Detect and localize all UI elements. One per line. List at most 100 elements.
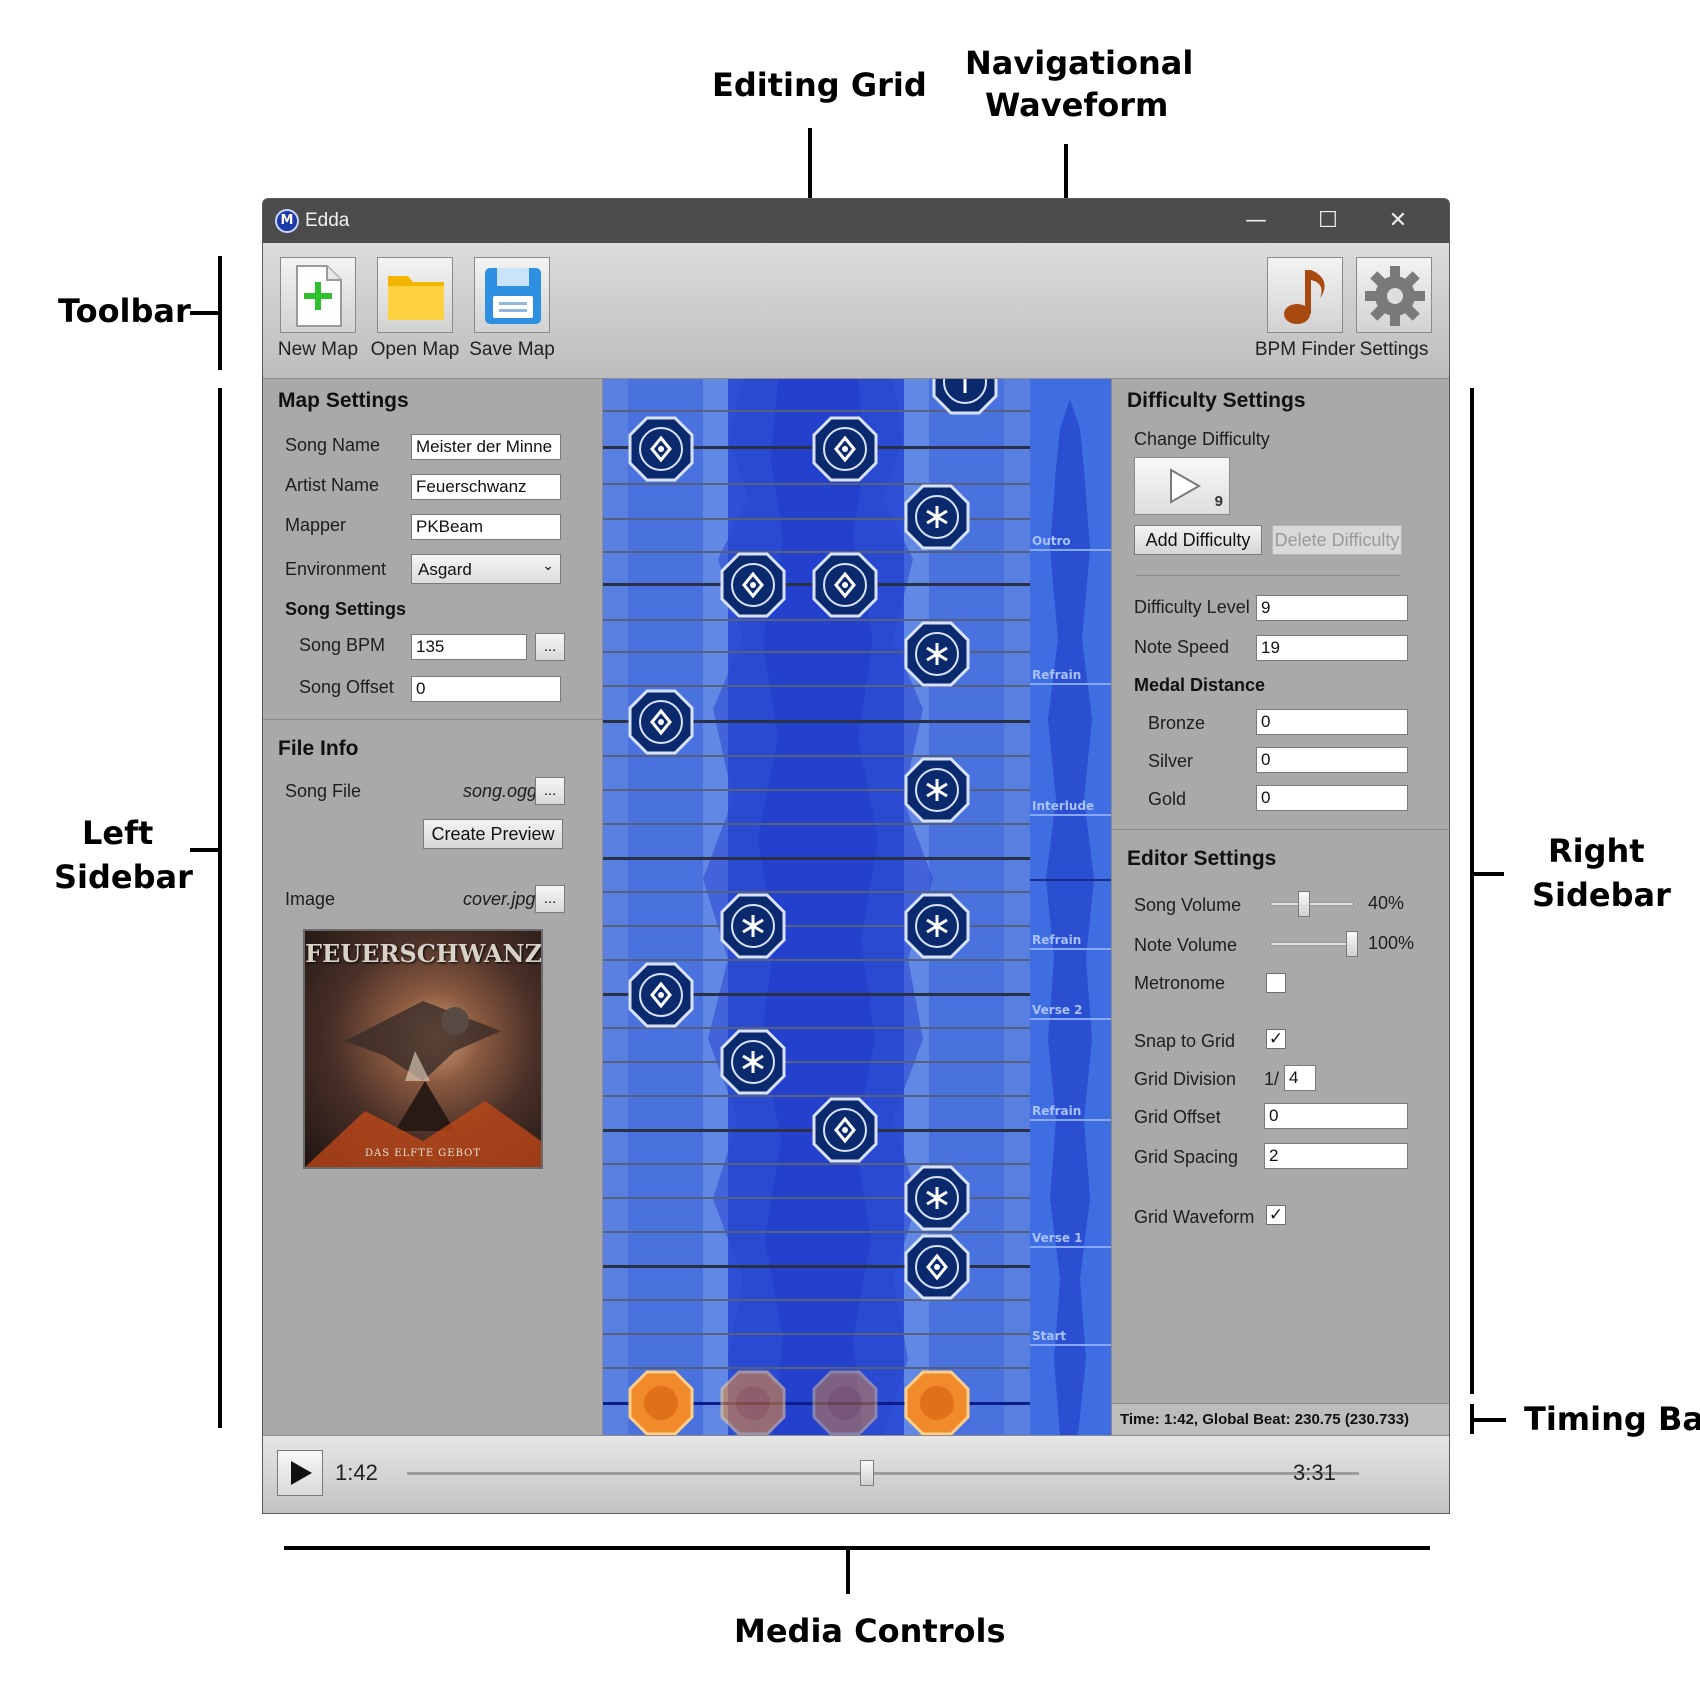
settings-button[interactable]: Settings [1354, 257, 1434, 367]
metronome-checkbox[interactable] [1266, 973, 1286, 993]
nav-section-outro[interactable]: Outro [1032, 534, 1071, 548]
environment-label: Environment [285, 559, 387, 579]
add-difficulty-button[interactable]: Add Difficulty [1134, 525, 1262, 555]
hold-note[interactable] [904, 484, 970, 550]
nav-section-line [1030, 948, 1111, 950]
grid-division-label: Grid Division [1134, 1069, 1237, 1089]
hold-note[interactable] [904, 1165, 970, 1231]
editing-grid[interactable] [603, 379, 1030, 1435]
bronze-input[interactable]: 0 [1256, 709, 1408, 735]
nav-section-line [1030, 1344, 1111, 1346]
minimize-button[interactable]: — [1221, 199, 1291, 243]
drum-target-2[interactable] [720, 1370, 786, 1435]
environment-select[interactable]: Asgard ⌄ [411, 554, 561, 584]
nav-section-refrain[interactable]: Refrain [1032, 1104, 1081, 1118]
delete-difficulty-button[interactable]: Delete Difficulty [1272, 525, 1402, 555]
hold-note[interactable] [904, 757, 970, 823]
hold-note[interactable] [720, 893, 786, 959]
map-settings-title: Map Settings [278, 389, 409, 412]
difficulty-level-input[interactable]: 9 [1256, 595, 1408, 621]
nav-section-verse-1[interactable]: Verse 1 [1032, 1231, 1083, 1245]
hold-note[interactable] [720, 1029, 786, 1095]
editor-settings-title: Editor Settings [1127, 847, 1277, 870]
grid-division-input[interactable]: 4 [1284, 1065, 1316, 1091]
annotation-toolbar: Toolbar [58, 292, 191, 330]
drum-note[interactable] [932, 379, 998, 415]
song-file-browse-button[interactable]: ... [535, 777, 565, 805]
annotation-toolbar-tick [190, 311, 218, 315]
play-triangle-icon [1170, 468, 1202, 504]
drum-note[interactable] [628, 962, 694, 1028]
nav-section-start[interactable]: Start [1032, 1329, 1066, 1343]
song-bpm-browse-button[interactable]: ... [535, 633, 565, 661]
note-speed-input[interactable]: 19 [1256, 635, 1408, 661]
maximize-button[interactable]: ☐ [1293, 199, 1363, 243]
song-offset-input[interactable]: 0 [411, 676, 561, 702]
difficulty-settings-title: Difficulty Settings [1127, 389, 1306, 412]
annotation-toolbar-bracket [218, 256, 222, 370]
song-volume-thumb[interactable] [1298, 891, 1310, 917]
create-preview-button[interactable]: Create Preview [423, 819, 563, 849]
artist-name-input[interactable]: Feuerschwanz [411, 474, 561, 500]
seek-thumb[interactable] [859, 1460, 874, 1486]
drum-note[interactable] [812, 552, 878, 618]
difficulty-selector-button[interactable]: 9 [1134, 457, 1230, 515]
nav-section-interlude[interactable]: Interlude [1032, 799, 1094, 813]
toolbar: New Map Open Map Save Map BPM Finder Set… [263, 243, 1449, 379]
grid-waveform-checkbox[interactable]: ✓ [1266, 1205, 1286, 1225]
nav-section-line [1030, 1018, 1111, 1020]
note-volume-thumb[interactable] [1346, 931, 1358, 957]
song-name-input[interactable]: Meister der Minne [411, 434, 561, 460]
song-bpm-input[interactable]: 135 [411, 634, 527, 660]
play-button[interactable] [277, 1450, 323, 1496]
beat-line [603, 959, 1030, 961]
drum-note[interactable] [628, 416, 694, 482]
hold-note[interactable] [904, 893, 970, 959]
drum-note[interactable] [628, 689, 694, 755]
annotation-right-bracket [1470, 388, 1474, 1394]
medal-distance-title: Medal Distance [1134, 675, 1266, 695]
drum-note[interactable] [720, 552, 786, 618]
nav-section-refrain[interactable]: Refrain [1032, 933, 1081, 947]
annotation-left-bracket [218, 388, 222, 1428]
new-file-icon [296, 265, 342, 327]
grid-spacing-input[interactable]: 2 [1264, 1143, 1408, 1169]
grid-offset-input[interactable]: 0 [1264, 1103, 1408, 1129]
new-map-button[interactable]: New Map [278, 257, 358, 367]
seek-track[interactable] [407, 1472, 1359, 1475]
beat-line [603, 1333, 1030, 1335]
difficulty-divider [1136, 575, 1400, 576]
bpm-finder-button[interactable]: BPM Finder [1255, 257, 1355, 367]
left-sidebar: Map Settings Song Name Meister der Minne… [263, 379, 603, 1435]
nav-viewport-marker[interactable] [1030, 879, 1111, 881]
song-file-value: song.ogg [463, 781, 538, 801]
album-band-name: FEUERSCHWANZ [305, 939, 543, 968]
nav-section-line [1030, 549, 1111, 551]
nav-section-verse-2[interactable]: Verse 2 [1032, 1003, 1083, 1017]
drum-note[interactable] [904, 1234, 970, 1300]
note-volume-slider[interactable] [1270, 931, 1358, 957]
snap-to-grid-checkbox[interactable]: ✓ [1266, 1029, 1286, 1049]
drum-target-4[interactable] [904, 1370, 970, 1435]
note-volume-value: 100% [1368, 933, 1415, 953]
song-volume-slider[interactable] [1270, 891, 1354, 917]
open-map-button[interactable]: Open Map [371, 257, 459, 367]
close-button[interactable]: ✕ [1363, 199, 1433, 243]
silver-input[interactable]: 0 [1256, 747, 1408, 773]
navigational-waveform[interactable]: Outro Refrain Interlude Refrain Verse 2 … [1030, 379, 1111, 1435]
album-cover-image: FEUERSCHWANZ DAS ELFTE GEBOT [303, 929, 543, 1169]
image-file-value: cover.jpg [463, 889, 536, 909]
hold-note[interactable] [904, 621, 970, 687]
drum-note[interactable] [812, 1097, 878, 1163]
song-volume-value: 40% [1368, 893, 1405, 913]
save-map-button[interactable]: Save Map [469, 257, 555, 367]
mapper-input[interactable]: PKBeam [411, 514, 561, 540]
drum-target-1[interactable] [628, 1370, 694, 1435]
drum-target-3[interactable] [812, 1370, 878, 1435]
nav-section-refrain[interactable]: Refrain [1032, 668, 1081, 682]
image-browse-button[interactable]: ... [535, 885, 565, 913]
drum-note[interactable] [812, 416, 878, 482]
gold-input[interactable]: 0 [1256, 785, 1408, 811]
music-note-icon [1284, 270, 1325, 324]
song-settings-title: Song Settings [285, 599, 406, 619]
